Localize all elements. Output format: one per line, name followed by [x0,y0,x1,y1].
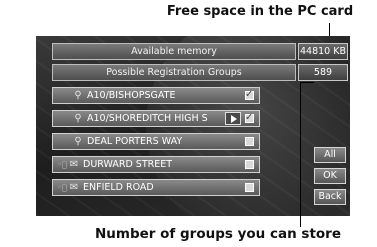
speaker-icon: ◦ﾞ [57,160,67,169]
navigation-screen: Available memory 44810 KB Possible Regis… [36,36,350,216]
list-item[interactable]: ◦ﾞ ✉ DURWARD STREET [52,156,260,173]
magnifier-icon: ⚲ [74,136,82,147]
speaker-icon: ◦ﾞ [57,183,67,192]
leader-line-bottom-horizontal [300,82,314,83]
groups-annotation: Number of groups you can store [95,226,341,242]
checkbox[interactable] [245,160,254,169]
list-item[interactable]: ⚲ A10/BISHOPSGATE [52,87,260,104]
list-item[interactable]: ⚲ DEAL PORTERS WAY [52,133,260,150]
checkbox[interactable] [245,137,254,146]
free-space-annotation: Free space in the PC card [166,4,354,19]
scroll-text-button[interactable] [225,112,241,125]
available-memory-label: Available memory [52,43,296,60]
list-item-label: DEAL PORTERS WAY [87,136,183,147]
back-button[interactable]: Back [314,189,346,205]
magnifier-icon: ⚲ [74,90,82,101]
ok-button[interactable]: OK [314,168,346,184]
list-item-label: ENFIELD ROAD [83,182,154,193]
checkbox[interactable] [245,183,254,192]
list-item[interactable]: ◦ﾞ ✉ ENFIELD ROAD [52,179,260,196]
ticket-icon: ✉ [69,159,79,170]
checkbox[interactable] [245,110,254,125]
leader-line-bottom-vertical [300,82,301,227]
list-item[interactable]: ⚲ A10/SHOREDITCH HIGH S [52,110,260,127]
magnifier-icon: ⚲ [74,113,82,124]
registration-groups-value: 589 [298,64,348,81]
ticket-icon: ✉ [69,182,79,193]
list-item-label: A10/SHOREDITCH HIGH S [87,113,208,124]
list-item-label: DURWARD STREET [83,159,173,170]
registration-groups-label: Possible Registration Groups [52,64,296,81]
available-memory-value: 44810 KB [298,43,348,60]
all-button[interactable]: All [314,147,346,163]
list-item-label: A10/BISHOPSGATE [87,90,176,101]
checkbox[interactable] [245,87,254,102]
